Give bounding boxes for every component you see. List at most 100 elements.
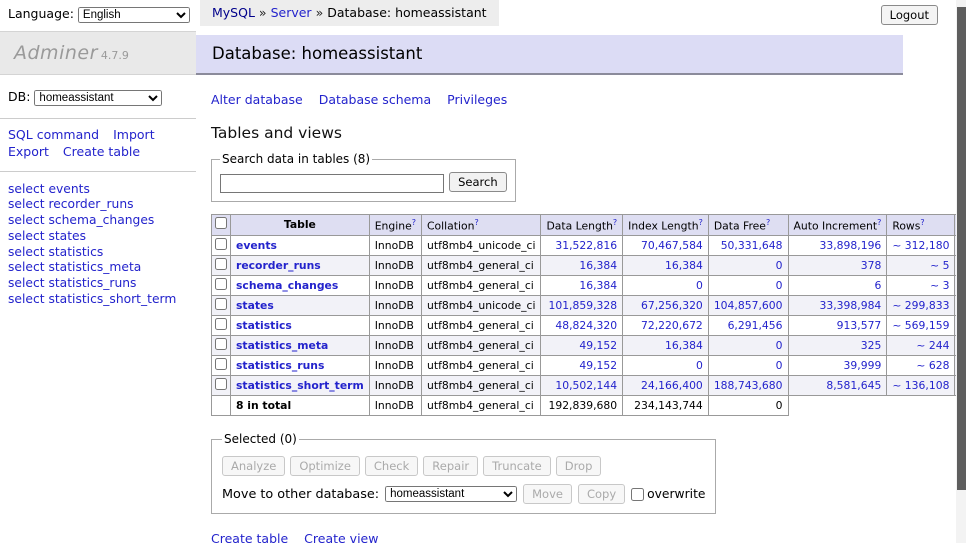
sidebar-item-select-events[interactable]: select events: [8, 182, 188, 198]
copy-button[interactable]: Copy: [578, 484, 625, 504]
sidebar-item-select-statistics_short_term[interactable]: select statistics_short_term: [8, 292, 188, 308]
row-checkbox[interactable]: [215, 318, 227, 330]
auto-increment-cell: 913,577: [788, 316, 887, 336]
search-button[interactable]: Search: [449, 172, 507, 192]
auto-increment-cell: 8,581,645: [788, 376, 887, 396]
alter-database-link[interactable]: Alter database: [211, 92, 303, 107]
adminer-app: Language:English Adminer4.7.9 DB:homeass…: [0, 0, 966, 543]
column-header-collation: Collation?: [422, 214, 541, 236]
rows-cell: ~ 136,108: [887, 376, 955, 396]
overwrite-checkbox[interactable]: [631, 488, 644, 501]
data-free-cell: 188,743,680: [708, 376, 788, 396]
auto-increment-cell: 6: [788, 276, 887, 296]
data-length-cell: 16,384: [541, 256, 623, 276]
help-link[interactable]: ?: [766, 218, 770, 227]
data-free-cell: 104,857,600: [708, 296, 788, 316]
data-free-cell: 0: [708, 256, 788, 276]
help-link[interactable]: ?: [474, 218, 478, 227]
sidebar-item-select-statistics_meta[interactable]: select statistics_meta: [8, 260, 188, 276]
drop-button[interactable]: Drop: [556, 456, 602, 476]
create-view-link[interactable]: Create view: [304, 531, 378, 543]
sidebar-item-select-statistics[interactable]: select statistics: [8, 245, 188, 261]
help-link[interactable]: ?: [613, 218, 617, 227]
engine-cell: InnoDB: [369, 236, 421, 256]
db-select[interactable]: homeassistant: [34, 90, 162, 106]
sidebar-link-sql-command[interactable]: SQL command: [8, 127, 99, 142]
table-row: statisticsInnoDButf8mb4_general_ci48,824…: [212, 316, 966, 336]
search-input[interactable]: [220, 174, 444, 193]
collation-cell: utf8mb4_general_ci: [422, 316, 541, 336]
index-length-cell: 70,467,584: [623, 236, 709, 256]
sidebar-link-create-table[interactable]: Create table: [63, 144, 140, 159]
scrollbar-thumb[interactable]: [957, 7, 966, 490]
selected-legend: Selected (0): [222, 432, 299, 446]
table-link-events[interactable]: events: [236, 239, 277, 252]
create-table-link[interactable]: Create table: [211, 531, 288, 543]
breadcrumb: MySQL»Server»Database: homeassistant: [200, 0, 499, 26]
sidebar-item-select-statistics_runs[interactable]: select statistics_runs: [8, 276, 188, 292]
help-link[interactable]: ?: [412, 218, 416, 227]
table-link-states[interactable]: states: [236, 299, 274, 312]
total-data-length-cell: 192,839,680: [541, 396, 623, 416]
column-header-rows: Rows?: [887, 214, 955, 236]
table-row: statistics_short_termInnoDButf8mb4_gener…: [212, 376, 966, 396]
empty-cell: [887, 396, 955, 416]
sidebar-item-select-recorder_runs[interactable]: select recorder_runs: [8, 197, 188, 213]
logout-button[interactable]: Logout: [881, 5, 938, 25]
rows-cell: ~ 5: [887, 256, 955, 276]
table-row: eventsInnoDButf8mb4_unicode_ci31,522,816…: [212, 236, 966, 256]
table-link-statistics_runs[interactable]: statistics_runs: [236, 359, 324, 372]
overwrite-option: overwrite: [631, 487, 705, 501]
total-checkbox-cell: [212, 396, 231, 416]
vertical-scrollbar[interactable]: [956, 0, 966, 543]
table-link-schema_changes[interactable]: schema_changes: [236, 279, 338, 292]
analyze-button[interactable]: Analyze: [222, 456, 285, 476]
move-db-select[interactable]: homeassistant: [385, 486, 517, 502]
row-checkbox[interactable]: [215, 358, 227, 370]
breadcrumb-mysql-link[interactable]: MySQL: [212, 5, 255, 20]
sidebar-links: SQL command Import Export Create table: [0, 119, 196, 172]
database-schema-link[interactable]: Database schema: [319, 92, 431, 107]
data-length-cell: 49,152: [541, 336, 623, 356]
sidebar-link-import[interactable]: Import: [113, 127, 155, 142]
data-free-cell: 0: [708, 276, 788, 296]
repair-button[interactable]: Repair: [423, 456, 478, 476]
help-link[interactable]: ?: [920, 218, 924, 227]
truncate-button[interactable]: Truncate: [483, 456, 551, 476]
table-link-recorder_runs[interactable]: recorder_runs: [236, 259, 321, 272]
move-button[interactable]: Move: [523, 484, 572, 504]
sidebar-item-select-schema_changes[interactable]: select schema_changes: [8, 213, 188, 229]
row-checkbox[interactable]: [215, 258, 227, 270]
data-length-cell: 31,522,816: [541, 236, 623, 256]
index-length-cell: 16,384: [623, 336, 709, 356]
total-data-free-cell: 0: [708, 396, 788, 416]
help-link[interactable]: ?: [877, 218, 881, 227]
check-button[interactable]: Check: [365, 456, 418, 476]
sidebar-link-export[interactable]: Export: [8, 144, 49, 159]
index-length-cell: 67,256,320: [623, 296, 709, 316]
language-select[interactable]: English: [78, 7, 190, 23]
row-checkbox[interactable]: [215, 238, 227, 250]
tables-heading: Tables and views: [211, 124, 956, 142]
breadcrumb-server-link[interactable]: Server: [271, 5, 312, 20]
table-name-cell: statistics: [231, 316, 370, 336]
row-checkbox[interactable]: [215, 278, 227, 290]
table-link-statistics_short_term[interactable]: statistics_short_term: [236, 379, 364, 392]
table-header-row: TableEngine?Collation?Data Length?Index …: [212, 214, 966, 236]
selected-buttons: AnalyzeOptimizeCheckRepairTruncateDrop: [222, 455, 705, 476]
row-checkbox[interactable]: [215, 298, 227, 310]
help-link[interactable]: ?: [699, 218, 703, 227]
collation-cell: utf8mb4_unicode_ci: [422, 296, 541, 316]
table-link-statistics_meta[interactable]: statistics_meta: [236, 339, 328, 352]
table-link-statistics[interactable]: statistics: [236, 319, 292, 332]
column-header-data-length: Data Length?: [541, 214, 623, 236]
row-checkbox[interactable]: [215, 378, 227, 390]
privileges-link[interactable]: Privileges: [447, 92, 507, 107]
optimize-button[interactable]: Optimize: [290, 456, 360, 476]
table-row: statistics_metaInnoDButf8mb4_general_ci4…: [212, 336, 966, 356]
row-checkbox[interactable]: [215, 338, 227, 350]
auto-increment-cell: 33,898,196: [788, 236, 887, 256]
sidebar-item-select-states[interactable]: select states: [8, 229, 188, 245]
select-all-checkbox[interactable]: [215, 217, 227, 229]
column-header-table: Table: [231, 214, 370, 236]
